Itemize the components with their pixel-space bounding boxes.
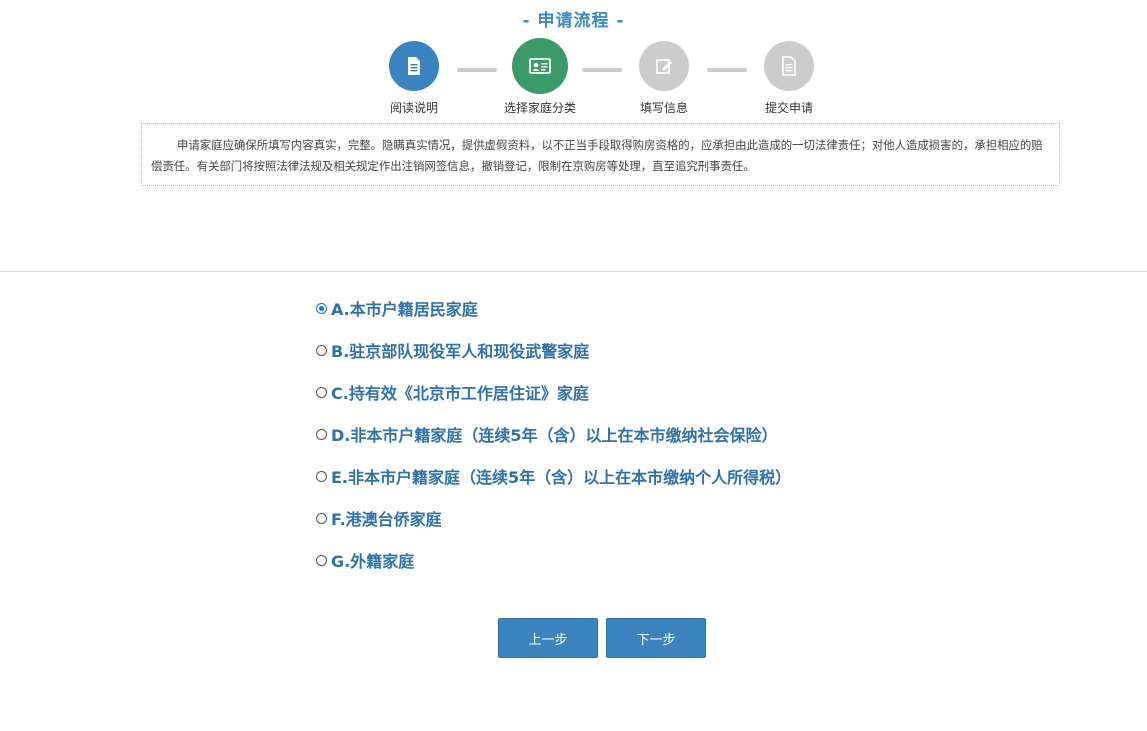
step-circle-read — [389, 41, 439, 91]
family-option-a[interactable]: A.本市户籍居民家庭 — [316, 287, 1036, 329]
next-step-button[interactable]: 下一步 — [606, 618, 706, 658]
family-option-b[interactable]: B.驻京部队现役军人和现役武警家庭 — [316, 329, 1036, 371]
document-icon — [408, 57, 420, 75]
step-submit-application: 提交申请 — [739, 41, 839, 116]
section-divider — [0, 271, 1147, 272]
step-circle-choose — [512, 38, 568, 94]
step-circle-submit — [764, 41, 814, 91]
option-label: E.非本市户籍家庭（连续5年（含）以上在本市缴纳个人所得税） — [331, 468, 792, 487]
id-card-icon — [529, 58, 551, 74]
radio-button[interactable] — [316, 428, 327, 440]
radio-button[interactable] — [316, 554, 327, 566]
option-label: G.外籍家庭 — [331, 552, 415, 571]
family-option-d[interactable]: D.非本市户籍家庭（连续5年（含）以上在本市缴纳社会保险） — [316, 413, 1036, 455]
option-label: D.非本市户籍家庭（连续5年（含）以上在本市缴纳社会保险） — [331, 426, 778, 445]
family-option-g[interactable]: G.外籍家庭 — [316, 539, 1036, 581]
edit-icon — [656, 59, 672, 74]
radio-button[interactable] — [316, 512, 327, 524]
step-circle-fill — [639, 41, 689, 91]
family-option-e[interactable]: E.非本市户籍家庭（连续5年（含）以上在本市缴纳个人所得税） — [316, 455, 1036, 497]
step-read-instructions: 阅读说明 — [364, 41, 464, 116]
radio-button[interactable] — [316, 386, 327, 398]
family-option-f[interactable]: F.港澳台侨家庭 — [316, 497, 1036, 539]
step-choose-family-type: 选择家庭分类 — [490, 38, 590, 116]
option-label: B.驻京部队现役军人和现役武警家庭 — [331, 342, 590, 361]
step-label: 阅读说明 — [389, 101, 438, 115]
document-icon — [782, 56, 796, 76]
radio-button[interactable] — [316, 344, 327, 356]
application-page: - 申请流程 - 阅读说明 选择家庭分类 填写信息 提交申请 申请家庭应确保所填… — [0, 0, 1147, 731]
family-type-options: A.本市户籍居民家庭 B.驻京部队现役军人和现役武警家庭 C.持有效《北京市工作… — [316, 287, 1036, 581]
responsibility-notice: 申请家庭应确保所填写内容真实，完整。隐瞒真实情况，提供虚假资料，以不正当手段取得… — [141, 123, 1060, 186]
step-label: 提交申请 — [764, 101, 813, 115]
previous-step-button[interactable]: 上一步 — [498, 618, 598, 658]
process-title: - 申请流程 - — [522, 11, 625, 31]
radio-button[interactable] — [316, 470, 327, 482]
option-label: A.本市户籍居民家庭 — [331, 300, 478, 319]
family-option-c[interactable]: C.持有效《北京市工作居住证》家庭 — [316, 371, 1036, 413]
step-label: 填写信息 — [639, 101, 688, 115]
step-label: 选择家庭分类 — [503, 101, 576, 115]
option-label: C.持有效《北京市工作居住证》家庭 — [331, 384, 589, 403]
process-steps: 阅读说明 选择家庭分类 填写信息 提交申请 — [370, 38, 850, 121]
option-label: F.港澳台侨家庭 — [331, 510, 442, 529]
step-fill-information: 填写信息 — [614, 41, 714, 116]
radio-button[interactable] — [316, 302, 327, 314]
